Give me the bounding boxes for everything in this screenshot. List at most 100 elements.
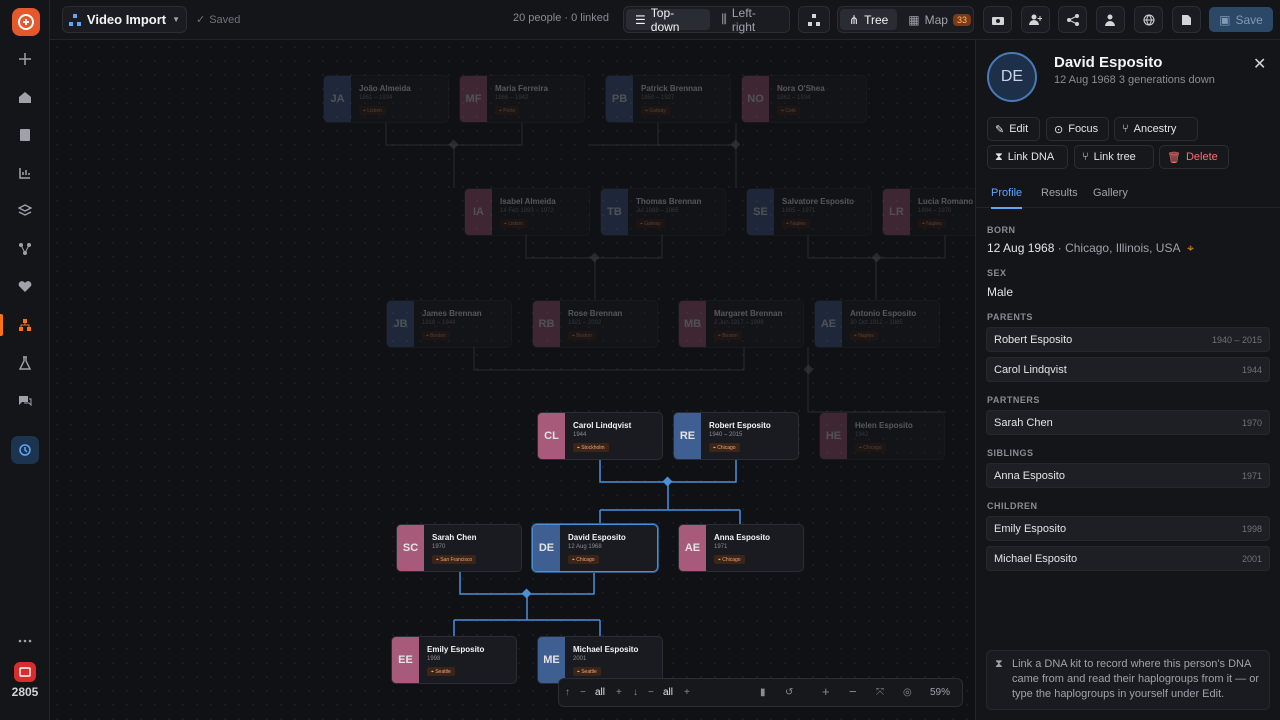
link-tree-button[interactable]: ⑂ Link tree [1074, 145, 1154, 169]
chart-icon[interactable] [0, 158, 50, 188]
person-card[interactable]: TB Thomas Brennan Jul 1888 – 1965 ⌖ Galway [600, 188, 726, 236]
list-item[interactable]: Emily Esposito 1998 [986, 516, 1270, 541]
person-avatar: SE [747, 189, 774, 235]
person-card[interactable]: LR Lucia Romano 1894 – 1970 ⌖ Naples [882, 188, 975, 236]
person-card[interactable]: ME Michael Esposito 2001 ⌖ Seattle [537, 636, 663, 684]
map-view-label: Map [924, 12, 948, 27]
zoom-out-button[interactable]: − [849, 684, 857, 699]
person-name: Nora O'Shea [777, 84, 825, 93]
share-icon[interactable] [1058, 6, 1087, 33]
born-value: 12 Aug 1968 · Chicago, Illinois, USA ⌖ [987, 241, 1194, 256]
list-item[interactable]: Anna Esposito 1971 [986, 463, 1270, 488]
tab-gallery[interactable]: Gallery [1093, 187, 1128, 199]
ancestry-button[interactable]: ⑂ Ancestry [1114, 117, 1198, 141]
delete-button[interactable]: 🗑 Delete [1159, 145, 1229, 169]
up-plus-button[interactable]: + [616, 687, 622, 698]
person-card[interactable]: CL Carol Lindqvist 1944 ⌖ Stockholm [537, 412, 663, 460]
globe-icon[interactable] [1134, 6, 1163, 33]
list-item[interactable]: Carol Lindqvist 1944 [986, 357, 1270, 382]
person-name: Emily Esposito [427, 645, 485, 654]
map-icon: ▦ [908, 12, 920, 27]
camera-icon[interactable] [983, 6, 1012, 33]
down-plus-button[interactable]: + [684, 687, 690, 698]
map-count-badge: 33 [952, 13, 971, 26]
person-years: 1998 [427, 656, 441, 662]
down-minus-button[interactable]: − [648, 687, 654, 698]
reset-icon[interactable]: ↺ [785, 687, 793, 698]
person-card[interactable]: NO Nora O'Shea 1862 – 1934 ⌖ Cork [741, 75, 867, 123]
list-item[interactable]: Michael Esposito 2001 [986, 546, 1270, 571]
family-tree-icon[interactable] [0, 310, 50, 340]
layers-icon[interactable] [0, 196, 50, 226]
layout-icon[interactable] [798, 6, 830, 33]
left-right-option[interactable]: ⫼ Left-right [712, 6, 787, 34]
person-years: 1885 – 1971 [782, 208, 816, 214]
siblings-heading: SIBLINGS [987, 448, 1034, 458]
more-icon[interactable] [0, 626, 50, 656]
person-card[interactable]: AE Antonio Esposito 30 Oct 1912 – 1985 ⌖ Na… [814, 300, 940, 348]
person-card[interactable]: MB Margaret Brennan 2 Jun 1917 – 1998 ⌖ Bos… [678, 300, 804, 348]
tree-view-option[interactable]: ⋔ Tree [840, 9, 898, 30]
add-icon[interactable] [0, 44, 50, 74]
person-card[interactable]: RB Rose Brennan 1921 – 2002 ⌖ Boston [532, 300, 658, 348]
person-card[interactable]: PB Patrick Brennan 1850 – 1927 ⌖ Galway [605, 75, 731, 123]
up-generations-value: all [595, 687, 606, 698]
map-view-option[interactable]: ▦ Map 33 [899, 9, 980, 30]
home-icon[interactable] [0, 82, 50, 112]
close-icon[interactable]: ✕ [1253, 54, 1266, 74]
tab-profile[interactable]: Profile [991, 187, 1023, 209]
person-years: 1970 [432, 544, 446, 550]
person-card[interactable]: AE Anna Esposito 1971 ⌖ Chicago [678, 524, 804, 572]
link-dna-label: Link DNA [1007, 151, 1055, 163]
tree-canvas[interactable]: JA João Almeida 1861 – 1934 ⌖ Lisbon MF Maria… [50, 40, 975, 720]
sex-value: Male [987, 285, 1014, 299]
notification-badge-icon[interactable] [14, 662, 36, 682]
save-button[interactable]: ▣ Save [1209, 7, 1273, 32]
up-minus-button[interactable]: − [580, 687, 586, 698]
add-person-icon[interactable] [1021, 6, 1050, 33]
arrow-up-icon[interactable]: ↑ [565, 687, 570, 698]
bookmark-icon[interactable]: ▮ [760, 687, 766, 698]
person-name: Antonio Esposito [850, 309, 917, 318]
person-card[interactable]: SE Salvatore Esposito 1885 – 1971 ⌖ Naples [746, 188, 872, 236]
person-name: James Brennan [422, 309, 482, 318]
focus-button[interactable]: ⊙ Focus [1046, 117, 1109, 141]
fit-icon[interactable]: ⤧ [876, 687, 884, 698]
list-item[interactable]: Robert Esposito 1940 – 2015 [986, 327, 1270, 352]
network-icon[interactable] [0, 234, 50, 264]
person-years: 1850 – 1927 [641, 95, 675, 101]
person-card[interactable]: SC Sarah Chen 1970 ⌖ San Francisco [396, 524, 522, 572]
user-settings-icon[interactable] [1096, 6, 1125, 33]
tab-results[interactable]: Results [1041, 187, 1078, 199]
person-place-badge: ⌖ Chicago [709, 443, 740, 452]
person-card[interactable]: HE Helen Esposito 1942 ⌖ Chicago [819, 412, 945, 460]
list-item[interactable]: Sarah Chen 1970 [986, 410, 1270, 435]
chat-icon[interactable] [0, 386, 50, 416]
person-card[interactable]: EE Emily Esposito 1998 ⌖ Seattle [391, 636, 517, 684]
arrow-down-icon[interactable]: ↓ [633, 687, 638, 698]
edit-button[interactable]: ✎ Edit [987, 117, 1040, 141]
center-icon[interactable]: ◎ [903, 687, 912, 698]
zoom-in-button[interactable]: + [822, 684, 830, 699]
relative-name: Carol Lindqvist [994, 364, 1067, 376]
top-down-option[interactable]: ☰ Top-down [626, 6, 711, 34]
health-icon[interactable] [0, 272, 50, 302]
export-icon[interactable] [1172, 6, 1201, 33]
project-selector[interactable]: Video Import ▼ [62, 6, 187, 33]
app-logo-icon[interactable] [12, 8, 40, 36]
person-name: Sarah Chen [432, 533, 477, 542]
person-card[interactable]: DE David Esposito 12 Aug 1968 ⌖ Chicago [532, 524, 658, 572]
map-pin-icon[interactable]: ⌖ [1187, 241, 1194, 255]
person-card[interactable]: RE Robert Esposito 1940 – 2015 ⌖ Chicago [673, 412, 799, 460]
flask-icon[interactable] [0, 348, 50, 378]
person-place-badge: ⌖ Boston [714, 331, 742, 340]
person-card[interactable]: JB James Brennan 1918 – 1944 ⌖ Boston [386, 300, 512, 348]
link-dna-button[interactable]: ⧗ Link DNA [987, 145, 1068, 169]
person-card[interactable]: JA João Almeida 1861 – 1934 ⌖ Lisbon [323, 75, 449, 123]
calculator-icon[interactable] [0, 120, 50, 150]
person-card[interactable]: IA Isabel Almeida 14 Feb 1893 – 1972 ⌖ Lisb… [464, 188, 590, 236]
person-years: 1862 – 1934 [777, 95, 811, 101]
person-card[interactable]: MF Maria Ferreira 1866 – 1942 ⌖ Porto [459, 75, 585, 123]
history-icon[interactable] [11, 436, 39, 464]
children-heading: CHILDREN [987, 501, 1038, 511]
